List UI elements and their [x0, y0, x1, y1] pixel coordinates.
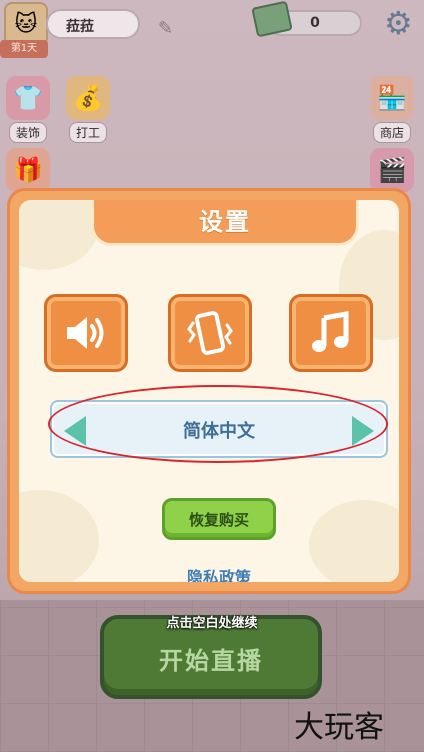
decorate-button[interactable]: 👕 装饰	[0, 76, 56, 143]
language-value: 简体中文	[183, 421, 255, 442]
music-note-icon	[312, 311, 349, 352]
decor-blob	[19, 490, 99, 582]
settings-panel: 设置 简体中文 恢复购买 隐私政策	[19, 200, 399, 582]
settings-title: 设置	[199, 208, 251, 236]
arrow-right-icon[interactable]	[352, 416, 374, 446]
gear-icon[interactable]: ⚙	[384, 4, 413, 42]
restore-purchase-label: 恢复购买	[188, 511, 249, 529]
decorate-label: 装饰	[8, 122, 47, 143]
day-badge: 第1天	[0, 40, 48, 58]
top-hud: 🐱 第1天 菈菈 ✎ 0 ⚙	[0, 0, 424, 60]
shirt-icon: 👕	[6, 76, 50, 120]
restore-purchase-button[interactable]: 恢复购买	[162, 498, 276, 540]
shop-label: 商店	[372, 122, 411, 143]
decor-blob	[309, 500, 399, 582]
clapper-button[interactable]: 🎬	[364, 148, 420, 192]
shop-button[interactable]: 🏪 商店	[364, 76, 420, 143]
phone-vibrate-icon	[187, 311, 233, 355]
player-name-box[interactable]: 菈菈 ✎	[46, 9, 173, 39]
pencil-icon[interactable]: ✎	[158, 18, 173, 39]
work-button[interactable]: 💰 打工	[60, 76, 116, 143]
start-stream-label: 开始直播	[159, 647, 263, 675]
watermark: 大玩客	[294, 710, 384, 745]
language-selector[interactable]: 简体中文	[50, 400, 388, 458]
sound-toggle-button[interactable]	[44, 294, 128, 372]
speaker-icon	[67, 317, 104, 349]
cat-avatar-icon: 🐱	[14, 11, 38, 37]
music-toggle-button[interactable]	[289, 294, 373, 372]
gift-button[interactable]: 🎁	[0, 148, 56, 192]
vibration-toggle-button[interactable]	[168, 294, 252, 372]
player-name: 菈菈	[66, 19, 94, 35]
continue-hint[interactable]: 点击空白处继续	[0, 612, 424, 631]
shop-icon: 🏪	[370, 76, 414, 120]
decor-blob	[19, 200, 99, 270]
gift-icon: 🎁	[6, 148, 50, 192]
money-bag-icon: 💰	[66, 76, 110, 120]
clapperboard-icon: 🎬	[370, 148, 414, 192]
work-label: 打工	[68, 122, 107, 143]
settings-title-tab: 设置	[91, 200, 359, 246]
privacy-policy-link[interactable]: 隐私政策	[169, 564, 269, 582]
settings-dialog: 设置 简体中文 恢复购买 隐私政策	[7, 188, 411, 594]
